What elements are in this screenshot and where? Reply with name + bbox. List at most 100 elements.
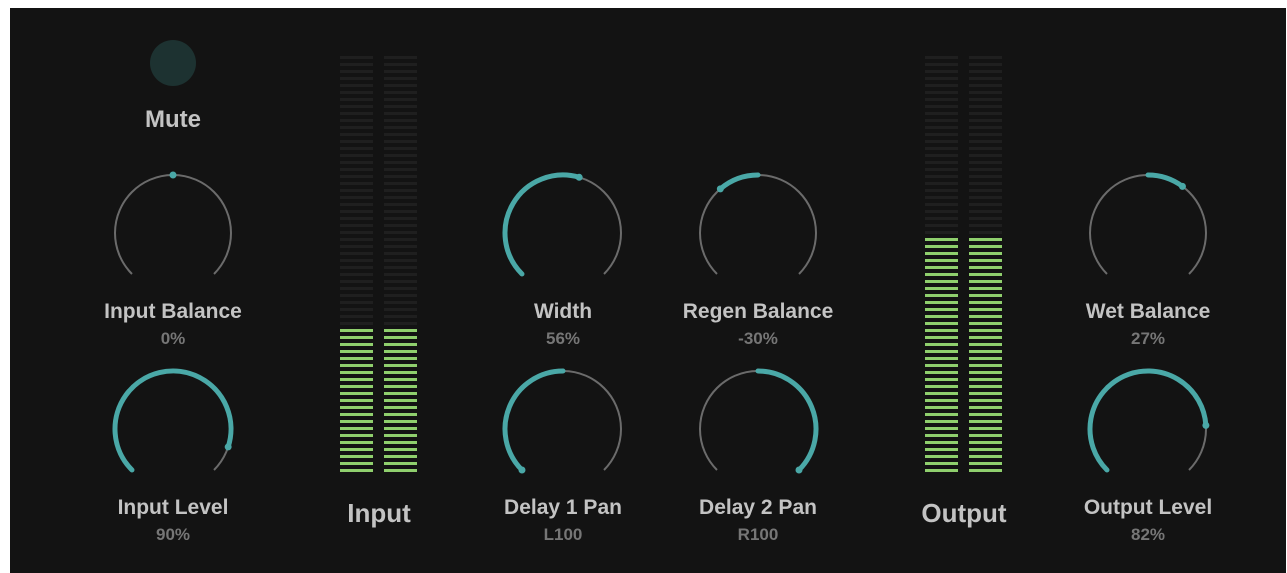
meter-segment	[969, 350, 1002, 353]
meter-segment	[384, 343, 417, 346]
meter-segment	[384, 469, 417, 472]
meter-segment	[969, 252, 1002, 255]
input-meter-right	[384, 56, 417, 478]
meter-segment	[969, 259, 1002, 262]
meter-segment	[925, 133, 958, 136]
meter-segment	[969, 413, 1002, 416]
input-balance-knob[interactable]	[108, 168, 238, 298]
meter-segment	[925, 294, 958, 297]
meter-segment	[925, 385, 958, 388]
regen-balance-knob[interactable]	[693, 168, 823, 298]
meter-segment	[925, 343, 958, 346]
width-knob[interactable]	[498, 168, 628, 298]
meter-segment	[340, 392, 373, 395]
meter-segment	[340, 287, 373, 290]
meter-segment	[925, 154, 958, 157]
meter-segment	[384, 238, 417, 241]
meter-segment	[384, 119, 417, 122]
meter-segment	[340, 357, 373, 360]
meter-segment	[384, 140, 417, 143]
meter-segment	[340, 133, 373, 136]
meter-segment	[969, 406, 1002, 409]
delay-2-pan-indicator	[795, 466, 803, 474]
output-level-dial	[1087, 368, 1210, 473]
meter-segment	[340, 273, 373, 276]
meter-segment	[925, 112, 958, 115]
meter-segment	[925, 462, 958, 465]
meter-segment	[384, 98, 417, 101]
wet-balance-knob[interactable]	[1083, 168, 1213, 298]
meter-segment	[925, 168, 958, 171]
meter-segment	[925, 161, 958, 164]
input-balance-track	[114, 173, 232, 275]
input-level-value: 90%	[155, 525, 191, 544]
meter-segment	[384, 224, 417, 227]
meter-segment	[969, 147, 1002, 150]
meter-segment	[925, 336, 958, 339]
output-level-knob[interactable]	[1083, 364, 1213, 494]
meter-segment	[969, 301, 1002, 304]
meter-segment	[969, 63, 1002, 66]
meter-segment	[969, 427, 1002, 430]
meter-segment	[969, 392, 1002, 395]
input-balance-dial	[114, 171, 232, 275]
meter-segment	[969, 140, 1002, 143]
meter-segment	[384, 364, 417, 367]
meter-segment	[969, 182, 1002, 185]
meter-segment	[340, 77, 373, 80]
meter-segment	[925, 420, 958, 423]
meter-segment	[925, 56, 958, 59]
width-dial	[502, 172, 622, 277]
meter-segment	[925, 434, 958, 437]
meter-segment	[925, 399, 958, 402]
meter-segment	[969, 469, 1002, 472]
meter-segment	[384, 105, 417, 108]
meter-segment	[384, 280, 417, 283]
meter-segment	[969, 308, 1002, 311]
meter-segment	[925, 140, 958, 143]
meter-segment	[384, 413, 417, 416]
mute-button[interactable]	[150, 40, 196, 86]
meter-segment	[384, 378, 417, 381]
meter-segment	[340, 70, 373, 73]
meter-segment	[384, 455, 417, 458]
meter-segment	[384, 350, 417, 353]
meter-segment	[925, 315, 958, 318]
meter-segment	[969, 77, 1002, 80]
delay-1-pan-value: L100	[543, 525, 583, 544]
meter-segment	[340, 371, 373, 374]
meter-segment	[384, 434, 417, 437]
meter-segment	[340, 308, 373, 311]
meter-segment	[340, 399, 373, 402]
meter-segment	[384, 147, 417, 150]
delay-2-pan-knob[interactable]	[693, 364, 823, 494]
meter-segment	[384, 294, 417, 297]
meter-segment	[925, 98, 958, 101]
meter-segment	[969, 343, 1002, 346]
meter-segment	[384, 399, 417, 402]
meter-segment	[340, 315, 373, 318]
regen-balance-dial	[699, 172, 817, 275]
meter-segment	[340, 182, 373, 185]
regen-balance-value-arc	[717, 172, 761, 192]
meter-segment	[340, 245, 373, 248]
meter-segment	[969, 385, 1002, 388]
input-level-knob[interactable]	[108, 364, 238, 494]
meter-segment	[925, 441, 958, 444]
output-level-label: Output Level	[1083, 496, 1213, 519]
meter-segment	[969, 378, 1002, 381]
meter-segment	[340, 469, 373, 472]
wet-balance-value-arc	[1145, 172, 1185, 189]
mute-label: Mute	[145, 106, 201, 133]
meter-segment	[969, 210, 1002, 213]
delay-1-pan-knob[interactable]	[498, 364, 628, 494]
input-balance-value: 0%	[160, 329, 186, 348]
meter-segment	[340, 343, 373, 346]
meter-segment	[969, 105, 1002, 108]
meter-segment	[925, 63, 958, 66]
meter-segment	[384, 273, 417, 276]
wet-balance-indicator	[1178, 182, 1186, 190]
meter-segment	[340, 189, 373, 192]
meter-segment	[969, 357, 1002, 360]
meter-segment	[384, 126, 417, 129]
